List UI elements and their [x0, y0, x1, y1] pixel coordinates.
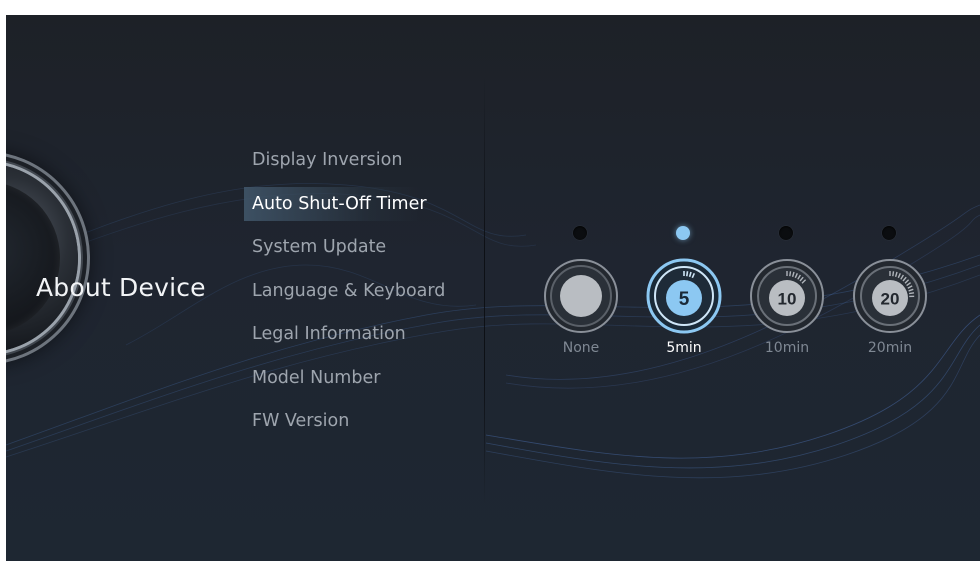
timer-20-icon: 20: [853, 259, 927, 333]
selection-indicator-dot: [882, 226, 896, 240]
timer-10-icon: 10: [750, 259, 824, 333]
timer-option-20min[interactable]: 20 20min: [850, 223, 930, 363]
device-settings-screen: About Device Display Inversion Auto Shut…: [6, 15, 980, 561]
panel-divider: [484, 75, 485, 505]
timer-5-icon: 5: [646, 258, 722, 334]
timer-number-text: 10: [778, 290, 797, 309]
dial-center: [6, 181, 60, 335]
timer-option-label: 10min: [764, 340, 810, 356]
section-title: About Device: [36, 273, 206, 302]
selection-indicator-dot: [573, 226, 587, 240]
menu-item-system-update[interactable]: System Update: [244, 230, 474, 264]
timer-number-text: 20: [881, 290, 900, 309]
menu-item-display-inversion[interactable]: Display Inversion: [244, 143, 474, 177]
selection-indicator-dot: [779, 226, 793, 240]
timer-number-text: 5: [679, 289, 690, 310]
timer-option-none[interactable]: None: [541, 223, 621, 363]
settings-menu: Display Inversion Auto Shut-Off Timer Sy…: [244, 143, 474, 448]
menu-item-legal-information[interactable]: Legal Information: [244, 317, 474, 351]
menu-item-fw-version[interactable]: FW Version: [244, 404, 474, 438]
menu-item-model-number[interactable]: Model Number: [244, 361, 474, 395]
timer-option-label: 20min: [867, 340, 913, 356]
menu-item-auto-shut-off-timer[interactable]: Auto Shut-Off Timer: [244, 186, 427, 221]
menu-item-language-keyboard[interactable]: Language & Keyboard: [244, 274, 474, 308]
timer-option-label: None: [562, 340, 600, 356]
timer-option-label: 5min: [666, 340, 702, 356]
selection-indicator-dot: [676, 226, 690, 240]
timer-option-10min[interactable]: 10 10min: [747, 223, 827, 363]
none-timer-icon: [544, 259, 618, 333]
timer-option-5min[interactable]: 5 5min: [644, 223, 724, 363]
timer-options: None 5 5min 10 10min 20 20min: [541, 223, 961, 373]
